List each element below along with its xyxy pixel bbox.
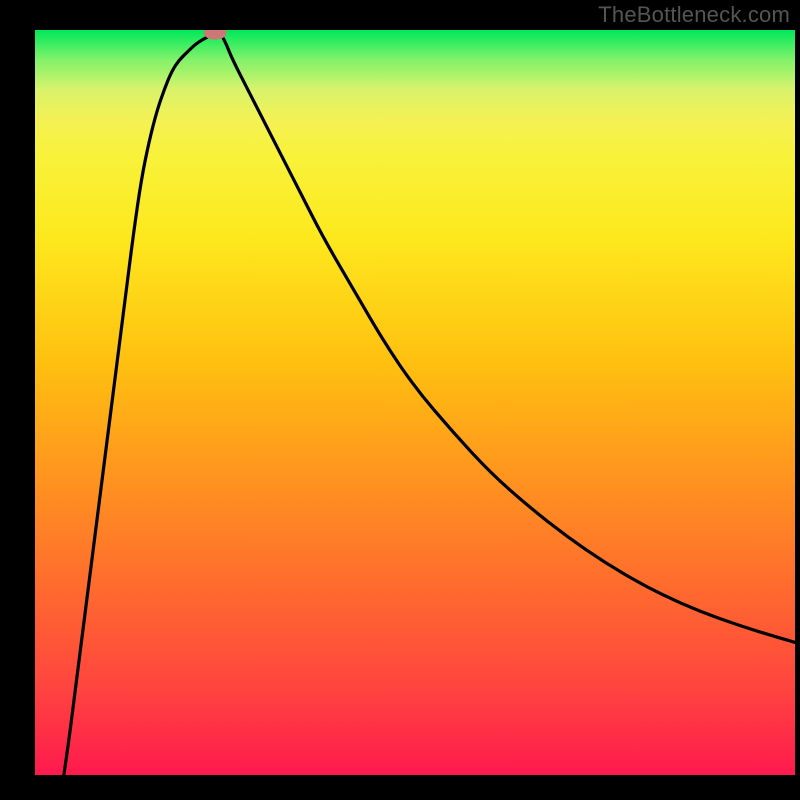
chart-container: TheBottleneck.com: [0, 0, 800, 800]
bottleneck-chart: [0, 0, 800, 800]
watermark-text: TheBottleneck.com: [598, 2, 790, 28]
